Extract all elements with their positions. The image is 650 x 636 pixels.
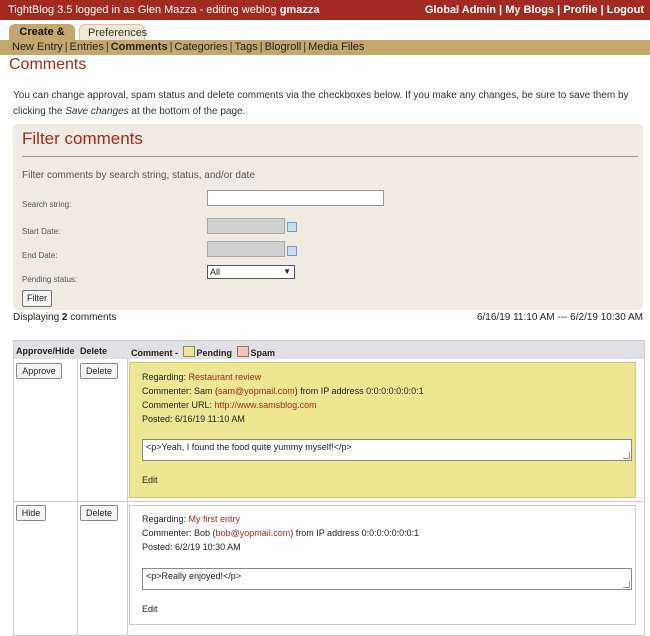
posted-line: Posted: 6/16/19 11:10 AM [142, 414, 245, 424]
calendar-icon[interactable] [287, 246, 297, 256]
subnav-tags[interactable]: Tags [234, 41, 257, 53]
global-admin-link[interactable]: Global Admin [425, 4, 496, 16]
tab-preferences[interactable]: Preferences [79, 24, 147, 40]
commenter-email-link[interactable]: sam@yopmail.com [218, 386, 295, 396]
commenter-name: Bob [194, 528, 211, 538]
subnav-comments[interactable]: Comments [111, 41, 168, 53]
regarding-line: Regarding: Restaurant review [142, 372, 261, 382]
start-date-input[interactable] [207, 218, 285, 234]
filter-title: Filter comments [22, 129, 143, 148]
regarding-line: Regarding: My first entry [142, 514, 240, 524]
pending-status-value: All [210, 267, 221, 277]
page-title: Comments [9, 56, 87, 73]
col-approve-hide: Approve/Hide [16, 346, 75, 356]
col-comment-label: Comment - [131, 348, 178, 358]
posted-line: Posted: 6/2/19 10:30 AM [142, 542, 241, 552]
pending-status-label: Pending status: [22, 275, 78, 284]
column-divider [127, 359, 128, 635]
resize-grip-icon[interactable] [623, 581, 630, 588]
comment-count: 2 [61, 312, 68, 323]
column-divider [77, 359, 78, 635]
top-bar: TightBlog 3.5 logged in as Glen Mazza - … [0, 0, 650, 20]
displaying-suffix: comments [70, 312, 117, 323]
end-date-label: End Date: [22, 251, 58, 260]
commenter-label: Commenter: [142, 386, 192, 396]
approve-button[interactable]: Approve [16, 363, 62, 379]
subnav-new-entry[interactable]: New Entry [12, 41, 63, 53]
login-status: TightBlog 3.5 logged in as Glen Mazza - … [8, 4, 319, 16]
filter-panel: Filter comments Filter comments by searc… [13, 124, 643, 310]
my-blogs-link[interactable]: My Blogs [505, 4, 554, 16]
posted-label: Posted: [142, 542, 173, 552]
regarding-link[interactable]: Restaurant review [189, 372, 262, 382]
filter-divider [22, 156, 638, 157]
col-delete: Delete [80, 346, 108, 356]
comment-content: <p>Really enjoyed!</p> [146, 571, 242, 581]
intro-text: You can change approval, spam status and… [13, 88, 643, 120]
comment-content-textarea[interactable]: <p>Really enjoyed!</p> [142, 568, 632, 590]
calendar-icon[interactable] [287, 222, 297, 232]
search-string-label: Search string: [22, 200, 72, 209]
posted-date: 6/16/19 11:10 AM [175, 414, 245, 424]
displaying-count: Displaying 2 comments [13, 312, 116, 323]
start-date-label: Start Date: [22, 227, 61, 236]
resize-grip-icon[interactable] [623, 452, 630, 459]
filter-description: Filter comments by search string, status… [22, 170, 255, 181]
col-comment: Comment - Pending Spam [131, 346, 275, 358]
subnav-blogroll[interactable]: Blogroll [265, 41, 302, 53]
commenter-email-link[interactable]: bob@yopmail.com [216, 528, 291, 538]
commenter-line: Commenter: Bob (bob@yopmail.com) from IP… [142, 528, 420, 538]
subnav-entries[interactable]: Entries [70, 41, 104, 53]
date-range: 6/16/19 11:10 AM --- 6/2/19 10:30 AM [476, 312, 643, 323]
app-status-text: TightBlog 3.5 logged in as Glen Mazza - … [8, 4, 277, 16]
regarding-link[interactable]: My first entry [189, 514, 241, 524]
hide-button[interactable]: Hide [16, 505, 46, 521]
sub-navigation: New Entry | Entries | Comments | Categories | Ta… [0, 40, 650, 55]
edit-link[interactable]: Edit [142, 604, 158, 614]
chevron-down-icon: ▼ [283, 267, 291, 276]
intro-part-2: at the bottom of the page. [131, 106, 246, 117]
profile-link[interactable]: Profile [563, 4, 597, 16]
table-header: Approve/Hide Delete Comment - Pending Sp… [14, 341, 644, 359]
main-tabs: Create & Edit Preferences [0, 24, 650, 54]
commenter-url-link[interactable]: http://www.samsblog.com [215, 400, 317, 410]
logout-link[interactable]: Logout [607, 4, 644, 16]
regarding-label: Regarding: [142, 372, 187, 382]
comment-card-approved: Regarding: My first entry Commenter: Bob… [129, 505, 636, 625]
subnav-media-files[interactable]: Media Files [308, 41, 364, 53]
commenter-name: Sam [194, 386, 213, 396]
delete-button[interactable]: Delete [80, 363, 118, 379]
comment-card-pending: Regarding: Restaurant review Commenter: … [129, 362, 636, 498]
legend-pending: Pending [196, 348, 233, 358]
commenter-line: Commenter: Sam (sam@yopmail.com) from IP… [142, 386, 424, 396]
pending-status-select[interactable]: All ▼ [207, 265, 295, 279]
subnav-categories[interactable]: Categories [174, 41, 227, 53]
intro-save-changes: Save changes [65, 106, 129, 117]
tab-create-edit[interactable]: Create & Edit [9, 24, 75, 54]
ip-text: from IP address 0:0:0:0:0:0:0:1 [295, 528, 420, 538]
legend-spam: Spam [250, 348, 276, 358]
weblog-name: gmazza [279, 4, 320, 16]
regarding-label: Regarding: [142, 514, 187, 524]
url-label: Commenter URL: [142, 400, 213, 410]
posted-date: 6/2/19 10:30 AM [175, 542, 241, 552]
search-string-input[interactable] [207, 190, 384, 206]
commenter-label: Commenter: [142, 528, 192, 538]
comment-content-textarea[interactable]: <p>Yeah, I found the food quite yummy my… [142, 439, 632, 461]
top-links: Global Admin | My Blogs | Profile | Logo… [424, 4, 644, 16]
posted-label: Posted: [142, 414, 173, 424]
row-divider [14, 501, 644, 502]
delete-button[interactable]: Delete [80, 505, 118, 521]
comment-content: <p>Yeah, I found the food quite yummy my… [146, 442, 352, 452]
comments-table: Approve/Hide Delete Comment - Pending Sp… [13, 340, 645, 636]
spam-swatch [236, 346, 249, 357]
end-date-input[interactable] [207, 241, 285, 257]
filter-button[interactable]: Filter [22, 290, 52, 307]
displaying-prefix: Displaying [13, 312, 60, 323]
pending-swatch [182, 346, 195, 357]
edit-link[interactable]: Edit [142, 475, 158, 485]
url-line: Commenter URL: http://www.samsblog.com [142, 400, 317, 410]
ip-text: from IP address 0:0:0:0:0:0:0:1 [300, 386, 424, 396]
